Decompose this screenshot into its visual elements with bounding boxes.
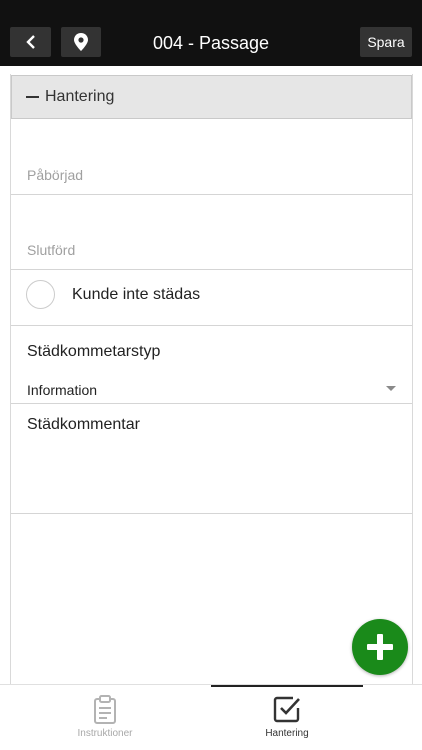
tab-instruktioner[interactable]: Instruktioner — [30, 685, 180, 750]
comment-label: Städkommentar — [27, 416, 140, 433]
section-header[interactable]: Hantering — [11, 75, 412, 119]
location-button[interactable] — [61, 27, 101, 57]
tab-label: Instruktioner — [77, 728, 133, 739]
could-not-clean-label: Kunde inte städas — [72, 286, 201, 303]
plus-icon — [367, 634, 393, 660]
tab-bar: Instruktioner Hantering — [0, 684, 422, 750]
map-pin-icon — [74, 33, 88, 51]
checkbox-icon — [273, 696, 300, 723]
tab-label: Hantering — [265, 728, 309, 739]
form-panel: Hantering Påbörjad Slutförd Kunde inte s… — [10, 74, 413, 686]
clipboard-icon — [94, 695, 116, 724]
comment-type-label: Städkommetarstyp — [27, 343, 161, 360]
save-button[interactable]: Spara — [360, 27, 412, 57]
comment-type-value: Information — [27, 382, 98, 398]
chevron-down-icon — [386, 386, 396, 391]
add-button[interactable] — [352, 619, 408, 675]
finished-field[interactable]: Slutförd — [11, 195, 412, 270]
minus-icon — [26, 96, 39, 98]
chevron-left-icon — [25, 35, 35, 49]
started-placeholder: Påbörjad — [27, 167, 84, 183]
started-field[interactable]: Påbörjad — [11, 120, 412, 195]
back-button[interactable] — [10, 27, 51, 57]
tab-hantering[interactable]: Hantering — [211, 685, 363, 750]
comment-field[interactable]: Städkommentar — [11, 404, 412, 514]
could-not-clean-row[interactable]: Kunde inte städas — [11, 270, 412, 326]
section-title: Hantering — [45, 88, 115, 105]
finished-placeholder: Slutförd — [27, 242, 76, 258]
top-bar: 004 - Passage Spara — [0, 0, 422, 66]
comment-type-select[interactable]: Städkommetarstyp Information — [11, 326, 412, 404]
radio-circle[interactable] — [26, 280, 55, 309]
